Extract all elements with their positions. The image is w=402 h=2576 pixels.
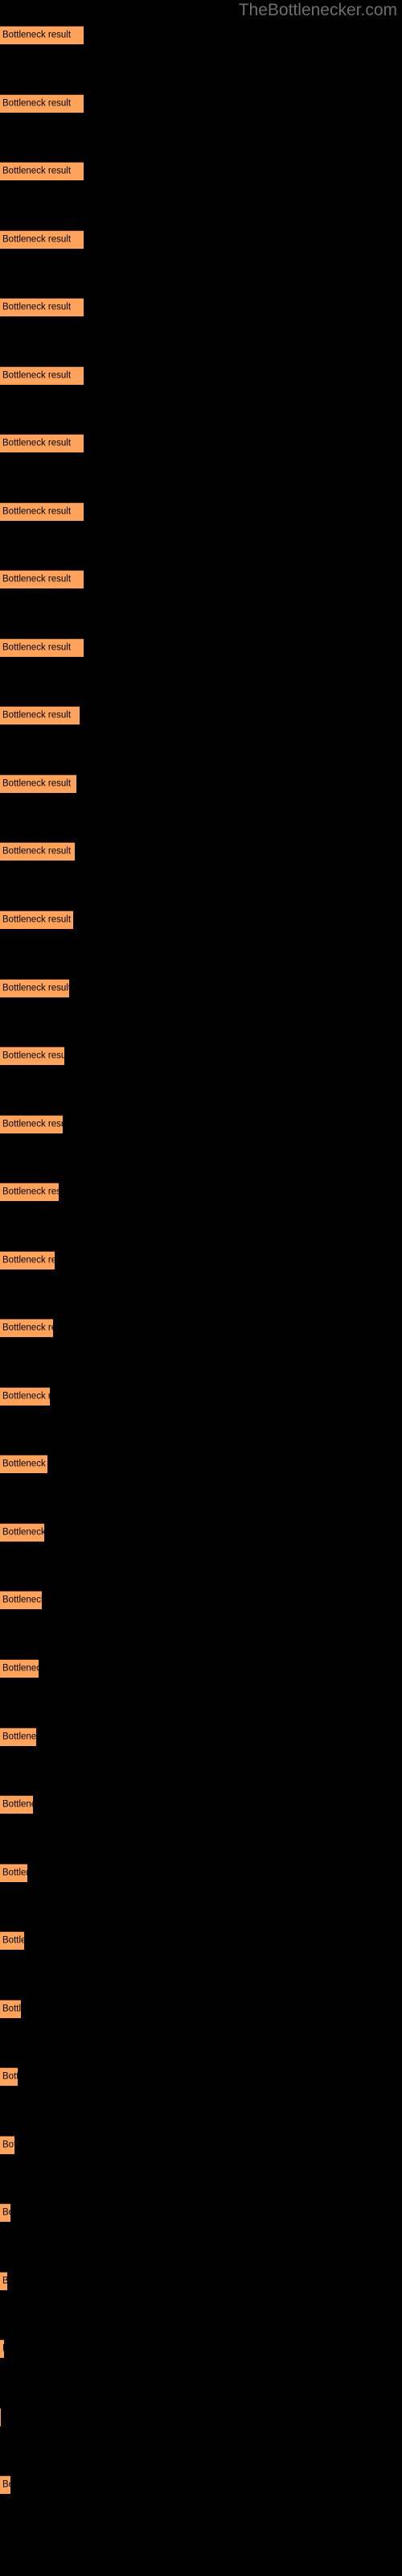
bar-label: Bottleneck result (2, 710, 72, 720)
bar-label: Bottleneck result (2, 1391, 50, 1402)
bar-label: Bottleneck result (2, 1459, 47, 1469)
bar-8: Bottleneck result (0, 502, 84, 521)
bar-25: Bottleneck result (0, 1658, 39, 1678)
bar-23: Bottleneck result (0, 1522, 44, 1542)
bar-5: Bottleneck result (0, 298, 84, 317)
bar-label: Bottleneck result (2, 1731, 36, 1741)
bar-6: Bottleneck result (0, 365, 84, 385)
bar-3: Bottleneck result (0, 162, 84, 181)
bar-label: Bottleneck result (2, 2479, 10, 2490)
bar-label: Bottleneck result (2, 166, 72, 176)
bar-label: Bottleneck result (2, 233, 72, 244)
bar-label: Bottleneck result (2, 1187, 59, 1197)
bar-14: Bottleneck result (0, 910, 73, 930)
bar-label: Bottleneck result (2, 2071, 18, 2082)
bar-9: Bottleneck result (0, 570, 84, 589)
bar-31: Bottleneck result (0, 2067, 18, 2087)
bar-label: Bottleneck result (2, 2344, 4, 2355)
bar-label: Bottleneck result (2, 2277, 7, 2286)
bar-label: Bottleneck result (2, 506, 72, 517)
bar-18: Bottleneck result (0, 1183, 59, 1202)
bar-13: Bottleneck result (0, 842, 75, 861)
bar-label: Bottleneck result (2, 1051, 64, 1061)
bar-label: Bottleneck result (2, 1323, 53, 1333)
bar-33: Bottleneck result (0, 2203, 10, 2223)
bottleneck-bar-chart: TheBottlenecker.com Bottleneck result Bot… (0, 0, 402, 2576)
bar-label: Bottleneck result (2, 1867, 27, 1877)
bar-34: Bottleneck result (0, 2271, 7, 2290)
bar-label: Bottleneck result (2, 1595, 42, 1605)
bar-22: Bottleneck result (0, 1455, 47, 1474)
bar-27: Bottleneck result (0, 1795, 33, 1814)
bar-label: Bottleneck result (2, 2207, 10, 2218)
bar-28: Bottleneck result (0, 1863, 27, 1882)
bar-label: Bottleneck result (2, 642, 72, 653)
bar-19: Bottleneck result (0, 1250, 55, 1269)
bar-12: Bottleneck result (0, 774, 76, 793)
bar-label: Bottleneck result (2, 30, 72, 40)
bar-label: Bottleneck result (2, 2003, 21, 2013)
bar-label: Bottleneck result (2, 97, 72, 108)
bar-37: Bottleneck result (0, 2475, 10, 2495)
bar-7: Bottleneck result (0, 434, 84, 453)
bar-15: Bottleneck result (0, 978, 69, 997)
bar-24: Bottleneck result (0, 1591, 42, 1610)
bar-29: Bottleneck result (0, 1931, 24, 1951)
bar-26: Bottleneck result (0, 1727, 36, 1746)
bar-16: Bottleneck result (0, 1046, 64, 1066)
bar-label: Bottleneck result (2, 1527, 44, 1538)
bar-label: Bottleneck result (2, 1935, 24, 1946)
bar-label: Bottleneck result (2, 1118, 63, 1129)
bar-20: Bottleneck result (0, 1319, 53, 1338)
bar-label: Bottleneck result (2, 438, 72, 448)
bar-label: Bottleneck result (2, 574, 72, 584)
bar-label: Bottleneck result (2, 914, 72, 925)
bar-32: Bottleneck result (0, 2135, 14, 2154)
bar-label: Bottleneck result (2, 369, 72, 380)
bar-label: Bottleneck result (2, 1799, 33, 1810)
bar-36: Bottleneck result (0, 2407, 1, 2426)
bar-label: Bottleneck result (2, 982, 69, 993)
bar-1: Bottleneck result (0, 26, 84, 44)
bar-11: Bottleneck result (0, 706, 80, 725)
bar-label: Bottleneck result (2, 778, 72, 789)
site-watermark: TheBottlenecker.com (238, 1, 397, 19)
bar-label: Bottleneck result (2, 846, 72, 857)
bar-10: Bottleneck result (0, 638, 84, 657)
bar-label: Bottleneck result (2, 2140, 14, 2149)
bar-label: Bottleneck result (2, 1254, 55, 1265)
bar-17: Bottleneck result (0, 1114, 63, 1133)
bar-35: Bottleneck result (0, 2339, 4, 2359)
bar-4: Bottleneck result (0, 229, 84, 249)
bar-label: Bottleneck result (2, 302, 72, 312)
bar-label: Bottleneck result (2, 1663, 39, 1674)
bar-2: Bottleneck result (0, 93, 84, 113)
bar-21: Bottleneck result (0, 1386, 50, 1406)
bar-30: Bottleneck result (0, 1999, 21, 2018)
